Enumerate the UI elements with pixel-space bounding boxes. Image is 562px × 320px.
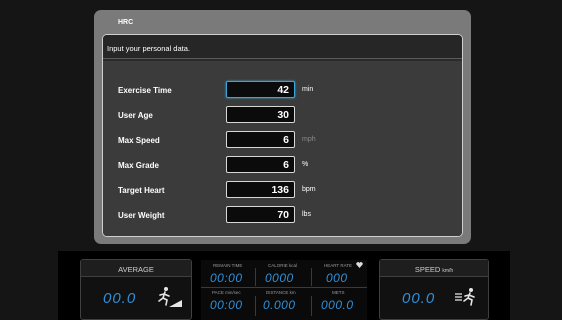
pace-label: PACE min/sec [212, 290, 241, 295]
pace-value: 00:00 [210, 298, 243, 312]
divider [255, 268, 256, 286]
field-unit: mph [302, 136, 316, 143]
field-unit: % [302, 161, 309, 168]
calorie-label: CALORIE kcal [268, 263, 298, 268]
field-label: User Age [118, 111, 153, 120]
mets-value: 000.0 [321, 298, 354, 312]
distance-value: 0.000 [263, 298, 296, 312]
field-label: User Weight [118, 211, 165, 220]
hrc-dialog: HRC Input your personal data. Exercise T… [94, 10, 471, 244]
max-speed-input[interactable]: 6 [226, 131, 295, 148]
speed-value: 00.0 [402, 290, 436, 307]
field-unit: bpm [302, 186, 316, 193]
field-unit: lbs [302, 211, 311, 218]
heart-icon [356, 262, 363, 268]
field-user-age: User Age 30 [103, 106, 462, 126]
speed-header: SPEED km/h [380, 260, 488, 277]
field-exercise-time: Exercise Time 42 min [103, 81, 462, 101]
user-age-input[interactable]: 30 [226, 106, 295, 123]
speed-tile: SPEED km/h 00.0 [379, 259, 489, 320]
dashboard: AVERAGE 00.0 REMAIN TIME CALORIE kcal HE… [58, 251, 510, 320]
average-tile: AVERAGE 00.0 [80, 259, 192, 320]
readout-panel: REMAIN TIME CALORIE kcal HEART RATE 00:0… [201, 260, 367, 320]
divider [201, 287, 367, 288]
field-list: Exercise Time 42 min User Age 30 Max Spe… [103, 61, 462, 236]
calorie-value: 0000 [265, 271, 294, 285]
average-value: 00.0 [103, 290, 137, 307]
field-label: Max Grade [118, 161, 159, 170]
field-unit: min [302, 86, 314, 93]
distance-label: DISTANCE km [266, 290, 296, 295]
heart-rate-value: 000 [326, 271, 348, 285]
divider [311, 296, 312, 316]
dialog-title: HRC [118, 19, 134, 26]
user-weight-input[interactable]: 70 [226, 206, 295, 223]
remain-time-value: 00:00 [210, 271, 243, 285]
field-label: Max Speed [118, 136, 160, 145]
field-user-weight: User Weight 70 lbs [103, 206, 462, 226]
divider [255, 296, 256, 316]
speed-unit: km/h [442, 268, 454, 274]
field-label: Exercise Time [118, 86, 172, 95]
target-heart-input[interactable]: 136 [226, 181, 295, 198]
divider [311, 268, 312, 286]
exercise-time-input[interactable]: 42 [226, 81, 295, 98]
dialog-header: Input your personal data. [103, 35, 462, 59]
average-label: AVERAGE [81, 260, 191, 277]
dialog-body: Input your personal data. Exercise Time … [102, 34, 463, 237]
speed-runner-icon [455, 288, 475, 306]
heart-rate-label: HEART RATE [324, 263, 353, 268]
incline-runner-icon [158, 287, 182, 307]
max-grade-input[interactable]: 6 [226, 156, 295, 173]
speed-label: SPEED [414, 265, 441, 274]
field-max-grade: Max Grade 6 % [103, 156, 462, 176]
remain-time-label: REMAIN TIME [213, 263, 243, 268]
mets-label: METS [332, 290, 345, 295]
field-label: Target Heart [118, 186, 165, 195]
field-max-speed: Max Speed 6 mph [103, 131, 462, 151]
field-target-heart: Target Heart 136 bpm [103, 181, 462, 201]
